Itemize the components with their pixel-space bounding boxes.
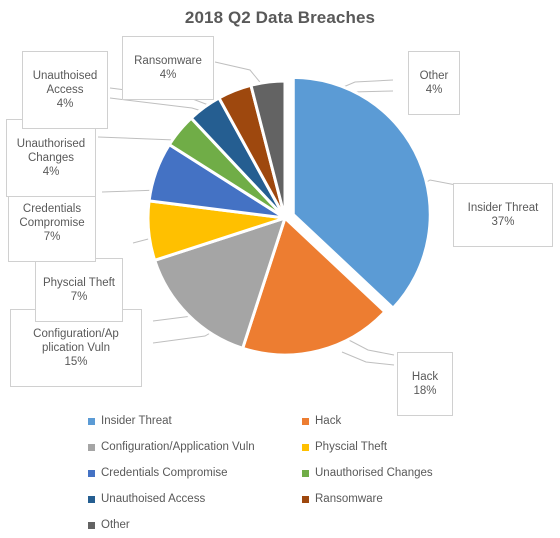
callout-unauthoised-access: Unauthoised Access 4%	[22, 51, 108, 129]
callout-value: 4%	[56, 98, 74, 110]
callout-ransomware: Ransomware 4%	[122, 36, 214, 100]
legend-item-label: Physcial Theft	[315, 441, 388, 453]
legend-item-label: Configuration/Application Vuln	[101, 441, 255, 453]
callout-label: Hack	[411, 371, 439, 383]
callout-value: 7%	[43, 231, 61, 243]
legend-swatch-icon	[302, 443, 309, 451]
legend-item-label: Insider Threat	[101, 415, 172, 427]
legend-row: Credentials Compromise Unauthorised Chang…	[88, 460, 488, 486]
callout-label: Ransomware	[134, 55, 202, 67]
legend-swatch-icon	[88, 417, 95, 425]
legend-item-label: Credentials Compromise	[101, 467, 228, 479]
legend-item-ransomware[interactable]: Ransomware	[302, 493, 488, 505]
legend-swatch-icon	[88, 469, 95, 477]
pie-slices	[146, 75, 432, 357]
callout-value: 4%	[42, 166, 60, 178]
legend-item-label: Hack	[315, 415, 342, 427]
legend-row: Configuration/Application Vuln Physcial T…	[88, 434, 488, 460]
callout-value: 7%	[70, 291, 88, 303]
legend-swatch-icon	[88, 521, 95, 529]
callout-value: 37%	[491, 216, 515, 228]
callout-value: 4%	[425, 84, 443, 96]
legend-swatch-icon	[302, 495, 309, 503]
legend-item-label: Unauthoised Access	[101, 493, 206, 505]
legend-item-unauthoised-access[interactable]: Unauthoised Access	[88, 493, 302, 505]
callout-physcial-theft: Physcial Theft 7%	[35, 258, 123, 322]
legend-row: Unauthoised Access Ransomware	[88, 486, 488, 512]
legend-item-configuration-application-vuln[interactable]: Configuration/Application Vuln	[88, 441, 302, 453]
callout-insider-threat: Insider Threat 37%	[453, 183, 553, 247]
callout-label: Other	[419, 70, 449, 82]
legend-item-insider-threat[interactable]: Insider Threat	[88, 415, 302, 427]
legend-item-unauthorised-changes[interactable]: Unauthorised Changes	[302, 467, 488, 479]
legend-row: Insider Threat Hack	[88, 408, 488, 434]
legend-item-hack[interactable]: Hack	[302, 415, 488, 427]
legend-swatch-icon	[88, 495, 95, 503]
callout-value: 4%	[159, 69, 177, 81]
callout-hack: Hack 18%	[397, 352, 453, 416]
legend-item-label: Ransomware	[315, 493, 383, 505]
callout-other: Other 4%	[408, 51, 460, 115]
legend-item-label: Unauthorised Changes	[315, 467, 433, 479]
callout-label: Unauthorised Changes	[16, 138, 86, 164]
chart-legend: Insider Threat Hack Configuration/Applicat…	[88, 408, 488, 538]
callout-label: Insider Threat	[467, 202, 539, 214]
callout-label: Unauthoised Access	[32, 70, 98, 96]
callout-label: Credentials Compromise	[19, 203, 85, 229]
legend-item-credentials-compromise[interactable]: Credentials Compromise	[88, 467, 302, 479]
callout-label: Physcial Theft	[42, 277, 115, 289]
legend-item-other[interactable]: Other	[88, 519, 302, 531]
legend-item-physcial-theft[interactable]: Physcial Theft	[302, 441, 488, 453]
legend-item-label: Other	[101, 519, 130, 531]
legend-row: Other	[88, 512, 488, 538]
legend-swatch-icon	[88, 443, 95, 451]
callout-label: Configuration/Ap plication Vuln	[33, 328, 119, 354]
callout-unauthorised-changes: Unauthorised Changes 4%	[6, 119, 96, 197]
legend-swatch-icon	[302, 417, 309, 425]
legend-swatch-icon	[302, 469, 309, 477]
pie-chart: 2018 Q2 Data Breaches Insider Threat 37%…	[0, 0, 560, 537]
callout-value: 18%	[413, 385, 437, 397]
callout-value: 15%	[64, 356, 88, 368]
